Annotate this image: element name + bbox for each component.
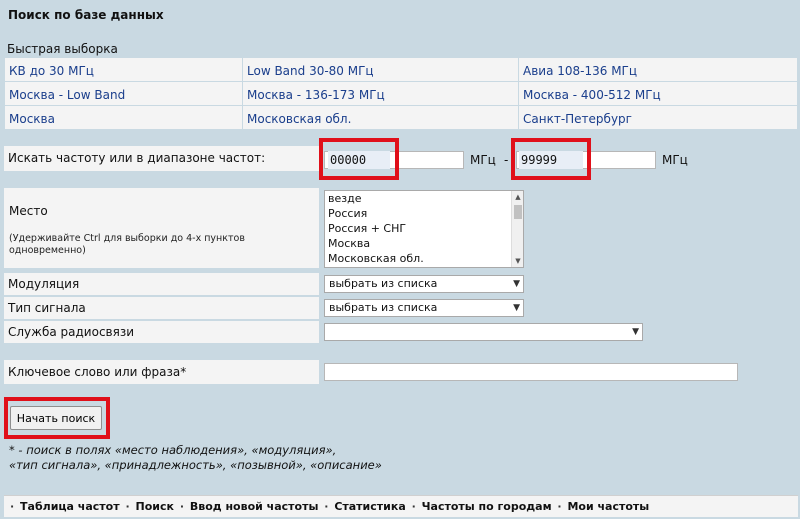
chevron-down-icon: ▼ bbox=[513, 303, 520, 313]
scroll-down-icon[interactable]: ▼ bbox=[512, 255, 523, 267]
highlight-freq-to bbox=[511, 138, 591, 180]
footer-separator: · bbox=[125, 500, 130, 513]
place-option[interactable]: Россия + СНГ bbox=[325, 221, 523, 236]
footer-separator: · bbox=[10, 500, 15, 513]
page-title: Поиск по базе данных bbox=[8, 8, 164, 22]
keyword-label: Ключевое слово или фраза* bbox=[4, 360, 319, 384]
quick-link-moscow-400-512[interactable]: Москва - 400-512 МГц bbox=[523, 88, 661, 102]
quick-link-moscow[interactable]: Москва bbox=[9, 112, 55, 126]
search-note-line: «тип сигнала», «принадлежность», «позывн… bbox=[9, 458, 382, 472]
footer-link-new-freq[interactable]: Ввод новой частоты bbox=[190, 500, 319, 513]
place-label: Место bbox=[9, 204, 48, 218]
search-note: * - поиск в полях «место наблюдения», «м… bbox=[9, 443, 382, 473]
footer-link-stats[interactable]: Статистика bbox=[334, 500, 405, 513]
place-option[interactable]: Россия bbox=[325, 206, 523, 221]
freq-to-unit: МГц bbox=[662, 153, 688, 167]
signal-type-label: Тип сигнала bbox=[4, 297, 319, 319]
footer-separator: · bbox=[557, 500, 562, 513]
chevron-down-icon: ▼ bbox=[513, 279, 520, 289]
freq-from-unit: МГц bbox=[470, 153, 496, 167]
place-hint: (Удерживайте Ctrl для выборки до 4-х пун… bbox=[9, 233, 245, 256]
modulation-label: Модуляция bbox=[4, 273, 319, 295]
quick-link-moscow-low-band[interactable]: Москва - Low Band bbox=[9, 88, 125, 102]
quick-link-spb[interactable]: Санкт-Петербург bbox=[523, 112, 632, 126]
table-row: Москва Московская обл. Санкт-Петербург bbox=[4, 105, 798, 130]
freq-dash: - bbox=[504, 153, 509, 167]
footer-link-my-freqs[interactable]: Мои частоты bbox=[567, 500, 649, 513]
footer-separator: · bbox=[179, 500, 184, 513]
highlight-freq-from bbox=[319, 138, 399, 180]
place-listbox[interactable]: везде Россия Россия + СНГ Москва Московс… bbox=[324, 190, 524, 268]
quick-select-label: Быстрая выборка bbox=[7, 42, 118, 56]
quick-select-table: КВ до 30 МГц Low Band 30-80 МГц Авиа 108… bbox=[4, 57, 798, 130]
place-option[interactable]: Москва bbox=[325, 236, 523, 251]
footer-nav: · Таблица частот · Поиск · Ввод новой ча… bbox=[4, 495, 798, 517]
footer-link-search[interactable]: Поиск bbox=[136, 500, 174, 513]
quick-link-moscow-136-173[interactable]: Москва - 136-173 МГц bbox=[247, 88, 385, 102]
modulation-selected: выбрать из списка bbox=[329, 277, 438, 290]
place-option[interactable]: Московская обл. bbox=[325, 251, 523, 266]
highlight-search-button bbox=[4, 397, 110, 439]
freq-range-label: Искать частоту или в диапазоне частот: bbox=[4, 146, 319, 171]
signal-type-selected: выбрать из списка bbox=[329, 301, 438, 314]
keyword-input[interactable] bbox=[324, 363, 738, 381]
scroll-thumb[interactable] bbox=[514, 205, 522, 219]
table-row: КВ до 30 МГц Low Band 30-80 МГц Авиа 108… bbox=[4, 57, 798, 82]
quick-link-low-band[interactable]: Low Band 30-80 МГц bbox=[247, 64, 374, 78]
footer-link-city-freqs[interactable]: Частоты по городам bbox=[422, 500, 552, 513]
quick-link-hf[interactable]: КВ до 30 МГц bbox=[9, 64, 94, 78]
table-row: Москва - Low Band Москва - 136-173 МГц М… bbox=[4, 81, 798, 106]
scroll-up-icon[interactable]: ▲ bbox=[512, 191, 523, 203]
quick-link-avia[interactable]: Авиа 108-136 МГц bbox=[523, 64, 637, 78]
footer-separator: · bbox=[411, 500, 416, 513]
place-option[interactable]: везде bbox=[325, 191, 523, 206]
radio-service-select[interactable]: ▼ bbox=[324, 323, 643, 341]
place-scrollbar[interactable]: ▲ ▼ bbox=[511, 191, 523, 267]
search-note-line: * - поиск в полях «место наблюдения», «м… bbox=[9, 443, 337, 457]
modulation-select[interactable]: выбрать из списка ▼ bbox=[324, 275, 524, 293]
footer-separator: · bbox=[324, 500, 329, 513]
quick-link-moscow-region[interactable]: Московская обл. bbox=[247, 112, 351, 126]
chevron-down-icon: ▼ bbox=[632, 327, 639, 337]
signal-type-select[interactable]: выбрать из списка ▼ bbox=[324, 299, 524, 317]
radio-service-label: Служба радиосвязи bbox=[4, 321, 319, 343]
footer-link-freq-table[interactable]: Таблица частот bbox=[20, 500, 120, 513]
